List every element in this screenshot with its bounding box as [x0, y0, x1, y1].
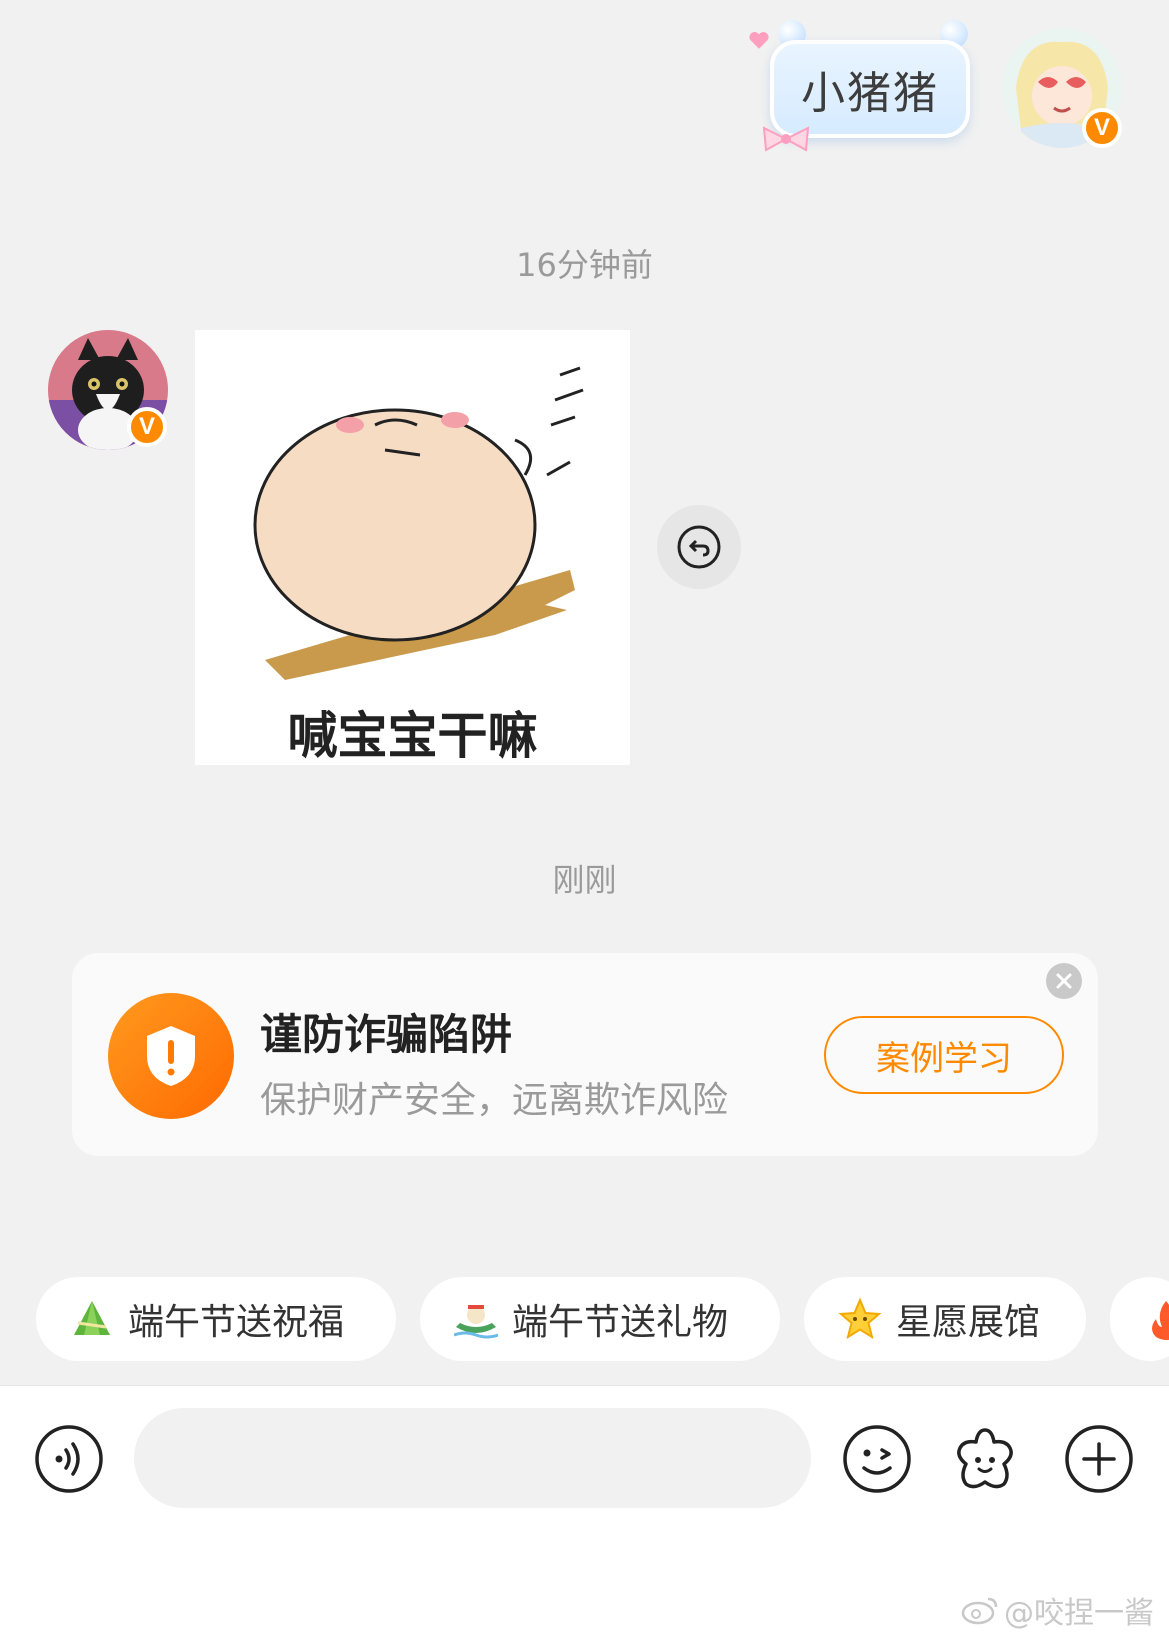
- quick-action-chips: 端午节送祝福 端午节送礼物 星愿展馆: [0, 1277, 1169, 1361]
- fraud-warning-title: 谨防诈骗陷阱: [260, 1010, 513, 1059]
- timestamp: 刚刚: [552, 861, 617, 899]
- fraud-warning-card: 谨防诈骗陷阱 保护财产安全，远离欺诈风险 案例学习: [72, 953, 1098, 1156]
- chip-label: 星愿展馆: [896, 1302, 1041, 1343]
- sticker-caption: 喊宝宝干嘛: [287, 706, 538, 765]
- fraud-warning-subtitle: 保护财产安全，远离欺诈风险: [260, 1080, 729, 1121]
- voice-input-icon[interactable]: [34, 1424, 104, 1494]
- chip-star-wish-hall[interactable]: 星愿展馆: [804, 1277, 1086, 1361]
- chat-area: 小猪猪 V 16分钟前 V 喊宝宝干嘛 刚刚 谨防诈骗陷阱 保护财产安全，远离欺…: [0, 0, 1169, 1385]
- reply-button[interactable]: [657, 505, 741, 589]
- case-study-button[interactable]: 案例学习: [824, 1016, 1064, 1094]
- plus-icon[interactable]: [1064, 1424, 1134, 1494]
- bow-decoration-icon: [762, 126, 810, 152]
- dragon-boat-icon: [454, 1305, 498, 1339]
- chip-hot[interactable]: [1110, 1277, 1169, 1361]
- star-icon: [838, 1297, 882, 1340]
- shield-icon: [108, 993, 234, 1119]
- chip-dragon-boat-greetings[interactable]: 端午节送祝福: [36, 1277, 396, 1361]
- watermark-text: @咬捏一酱: [1004, 1596, 1154, 1631]
- verified-badge: V: [1082, 108, 1122, 148]
- sticker-star-icon[interactable]: [948, 1424, 1022, 1498]
- outgoing-message-text: 小猪猪: [801, 68, 939, 119]
- heart-decoration-icon: [749, 31, 769, 49]
- close-icon: [1056, 973, 1072, 989]
- message-input[interactable]: [134, 1408, 811, 1508]
- chip-label: 端午节送礼物: [512, 1302, 729, 1343]
- verified-badge: V: [127, 407, 167, 447]
- timestamp: 16分钟前: [516, 246, 653, 284]
- watermark: @咬捏一酱: [960, 1588, 1154, 1632]
- close-card-button[interactable]: [1046, 963, 1082, 999]
- weibo-logo-icon: [961, 1597, 998, 1625]
- zongzi-icon: [74, 1301, 110, 1335]
- reply-arrow-icon: [677, 525, 721, 569]
- chip-label: 端午节送祝福: [128, 1302, 345, 1343]
- fire-icon: [1152, 1301, 1169, 1340]
- chip-dragon-boat-gifts[interactable]: 端午节送礼物: [420, 1277, 780, 1361]
- emoji-icon[interactable]: [842, 1424, 912, 1494]
- incoming-sticker-message[interactable]: 喊宝宝干嘛: [195, 330, 630, 765]
